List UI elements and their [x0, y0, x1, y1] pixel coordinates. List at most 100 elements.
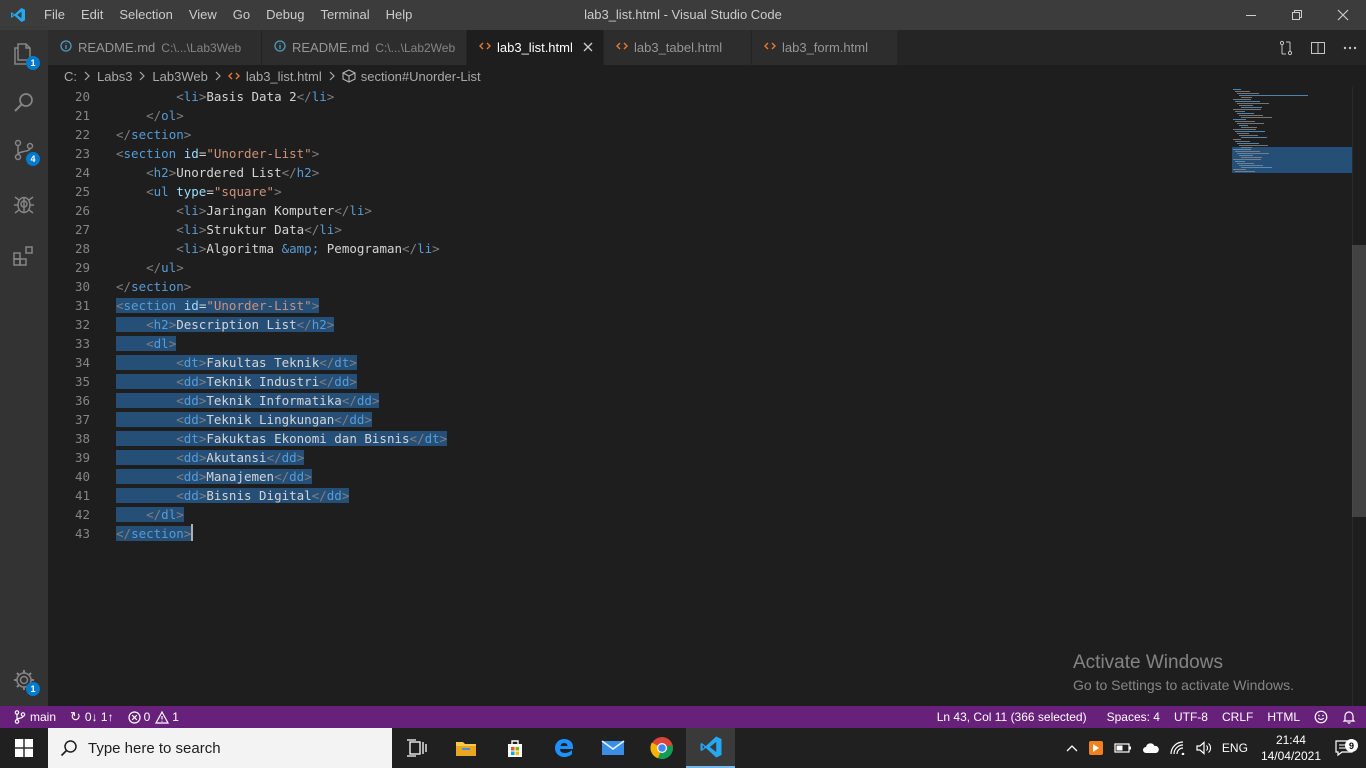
menu-view[interactable]: View — [181, 0, 225, 30]
code-line[interactable]: <li>Jaringan Komputer</li> — [116, 201, 447, 220]
end-of-line[interactable]: CRLF — [1215, 706, 1260, 728]
code-line[interactable]: </dl> — [116, 505, 447, 524]
indentation[interactable]: Spaces: 4 — [1100, 706, 1167, 728]
menu-selection[interactable]: Selection — [111, 0, 180, 30]
extensions-button[interactable] — [0, 232, 48, 280]
menu-edit[interactable]: Edit — [73, 0, 111, 30]
file-explorer-taskbar[interactable] — [441, 728, 490, 768]
feedback-button[interactable] — [1307, 706, 1335, 728]
battery-tray[interactable] — [1109, 741, 1137, 755]
code-line[interactable]: </ol> — [116, 106, 447, 125]
token: </ — [311, 488, 327, 503]
tab-3[interactable]: lab3_tabel.html — [604, 30, 752, 65]
action-center-button[interactable]: 9 — [1329, 738, 1366, 758]
window-controls — [1228, 0, 1366, 30]
activity-bar: 1 4 1 — [0, 30, 48, 706]
code-line[interactable]: <dd>Akutansi</dd> — [116, 448, 447, 467]
store-taskbar[interactable] — [490, 728, 539, 768]
code-lines[interactable]: <li>Basis Data 2</li> </ol> </section> <se… — [116, 87, 448, 543]
search-view-button[interactable] — [0, 78, 48, 126]
breadcrumb-item[interactable]: section#Unorder-List — [342, 69, 481, 84]
token: < — [146, 317, 154, 332]
code-line[interactable]: <dt>Fakultas Teknik</dt> — [116, 353, 447, 372]
code-line[interactable]: <h2>Description List</h2> — [116, 315, 447, 334]
task-view-button[interactable] — [392, 728, 441, 768]
split-editor-button[interactable] — [1302, 30, 1334, 65]
code-line[interactable]: <li>Basis Data 2</li> — [116, 87, 447, 106]
token: > — [183, 526, 192, 541]
code-line[interactable]: <dd>Teknik Industri</dd> — [116, 372, 447, 391]
debug-button[interactable] — [0, 180, 48, 228]
code-line[interactable]: <section id="Unorder-List"> — [116, 296, 447, 315]
restore-button[interactable] — [1274, 0, 1320, 30]
scrollbar-thumb[interactable] — [1352, 245, 1366, 517]
mail-taskbar[interactable] — [588, 728, 637, 768]
code-line[interactable]: <ul type="square"> — [116, 182, 447, 201]
code-line[interactable]: <dd>Manajemen</dd> — [116, 467, 447, 486]
code-line[interactable]: </section> — [116, 524, 447, 543]
chrome-taskbar[interactable] — [637, 728, 686, 768]
tab-2[interactable]: lab3_list.html — [467, 30, 604, 65]
vscode-taskbar[interactable] — [686, 728, 735, 768]
line-text: <li>Basis Data 2</li> — [116, 89, 334, 104]
line-number: 27 — [74, 222, 90, 237]
code-line[interactable]: <dl> — [116, 334, 447, 353]
open-changes-button[interactable] — [1270, 30, 1302, 65]
close-window-button[interactable] — [1320, 0, 1366, 30]
tab-1[interactable]: README.md C:\...\Lab2Web — [262, 30, 467, 65]
manage-button[interactable]: 1 — [0, 656, 48, 704]
breadcrumb-item[interactable]: Lab3Web — [152, 69, 207, 84]
line-text: <li>Struktur Data</li> — [116, 222, 342, 237]
code-line[interactable]: </ul> — [116, 258, 447, 277]
source-control-button[interactable]: 4 — [0, 126, 48, 174]
close-tab-icon[interactable] — [583, 40, 593, 55]
clock[interactable]: 21:44 14/04/2021 — [1253, 732, 1329, 764]
code-line[interactable]: <section id="Unorder-List"> — [116, 144, 447, 163]
minimap-line — [1235, 161, 1245, 162]
menu-file[interactable]: File — [36, 0, 73, 30]
tab-0[interactable]: README.md C:\...\Lab3Web — [48, 30, 262, 65]
code-line[interactable]: <dt>Fakuktas Ekonomi dan Bisnis</dt> — [116, 429, 448, 448]
input-language[interactable]: ENG — [1217, 741, 1253, 755]
activate-title: Activate Windows — [1073, 652, 1223, 673]
minimap[interactable] — [1232, 87, 1352, 706]
breadcrumb-item[interactable]: lab3_list.html — [227, 69, 322, 84]
code-line[interactable]: <dd>Bisnis Digital</dd> — [116, 486, 447, 505]
edge-taskbar[interactable] — [539, 728, 588, 768]
code-line[interactable]: <h2>Unordered List</h2> — [116, 163, 447, 182]
info-icon — [274, 40, 286, 55]
code-line[interactable]: <li>Algoritma &amp; Pemograman</li> — [116, 239, 447, 258]
cursor-position[interactable]: Ln 43, Col 11 (366 selected) — [930, 706, 1094, 728]
code-line[interactable]: <dd>Teknik Lingkungan</dd> — [116, 410, 447, 429]
breadcrumb-item[interactable]: Labs3 — [97, 69, 132, 84]
start-button[interactable] — [0, 728, 48, 768]
menu-debug[interactable]: Debug — [258, 0, 312, 30]
problems-status[interactable]: 0 1 — [121, 706, 186, 728]
minimize-button[interactable] — [1228, 0, 1274, 30]
sync-status[interactable]: ↻ 0↓ 1↑ — [63, 706, 121, 728]
more-actions-button[interactable] — [1334, 30, 1366, 65]
code-editor[interactable]: 20 21 22 23 24 25 26 27 28 29 30 31 32 33 34 35 36 37 38 39… — [48, 87, 1366, 706]
onedrive-tray[interactable] — [1137, 742, 1165, 754]
chevron-right-icon — [138, 69, 146, 84]
vertical-scrollbar[interactable] — [1352, 87, 1366, 706]
show-hidden-icons-button[interactable] — [1061, 744, 1083, 752]
code-line[interactable]: </section> — [116, 125, 447, 144]
encoding[interactable]: UTF-8 — [1167, 706, 1215, 728]
menu-help[interactable]: Help — [378, 0, 421, 30]
taskbar-search[interactable]: Type here to search — [48, 728, 392, 768]
branch-status[interactable]: main — [0, 706, 63, 728]
explorer-button[interactable]: 1 — [0, 30, 48, 78]
breadcrumb-item[interactable]: C: — [64, 69, 77, 84]
code-line[interactable]: </section> — [116, 277, 447, 296]
menu-terminal[interactable]: Terminal — [312, 0, 377, 30]
notifications-button[interactable] — [1335, 706, 1366, 728]
code-line[interactable]: <dd>Teknik Informatika</dd> — [116, 391, 447, 410]
volume-tray[interactable] — [1191, 741, 1217, 755]
menu-go[interactable]: Go — [225, 0, 258, 30]
app-tray-icon[interactable] — [1083, 740, 1109, 756]
network-tray[interactable] — [1165, 741, 1191, 755]
code-line[interactable]: <li>Struktur Data</li> — [116, 220, 447, 239]
language-mode[interactable]: HTML — [1260, 706, 1307, 728]
tab-4[interactable]: lab3_form.html — [752, 30, 898, 65]
